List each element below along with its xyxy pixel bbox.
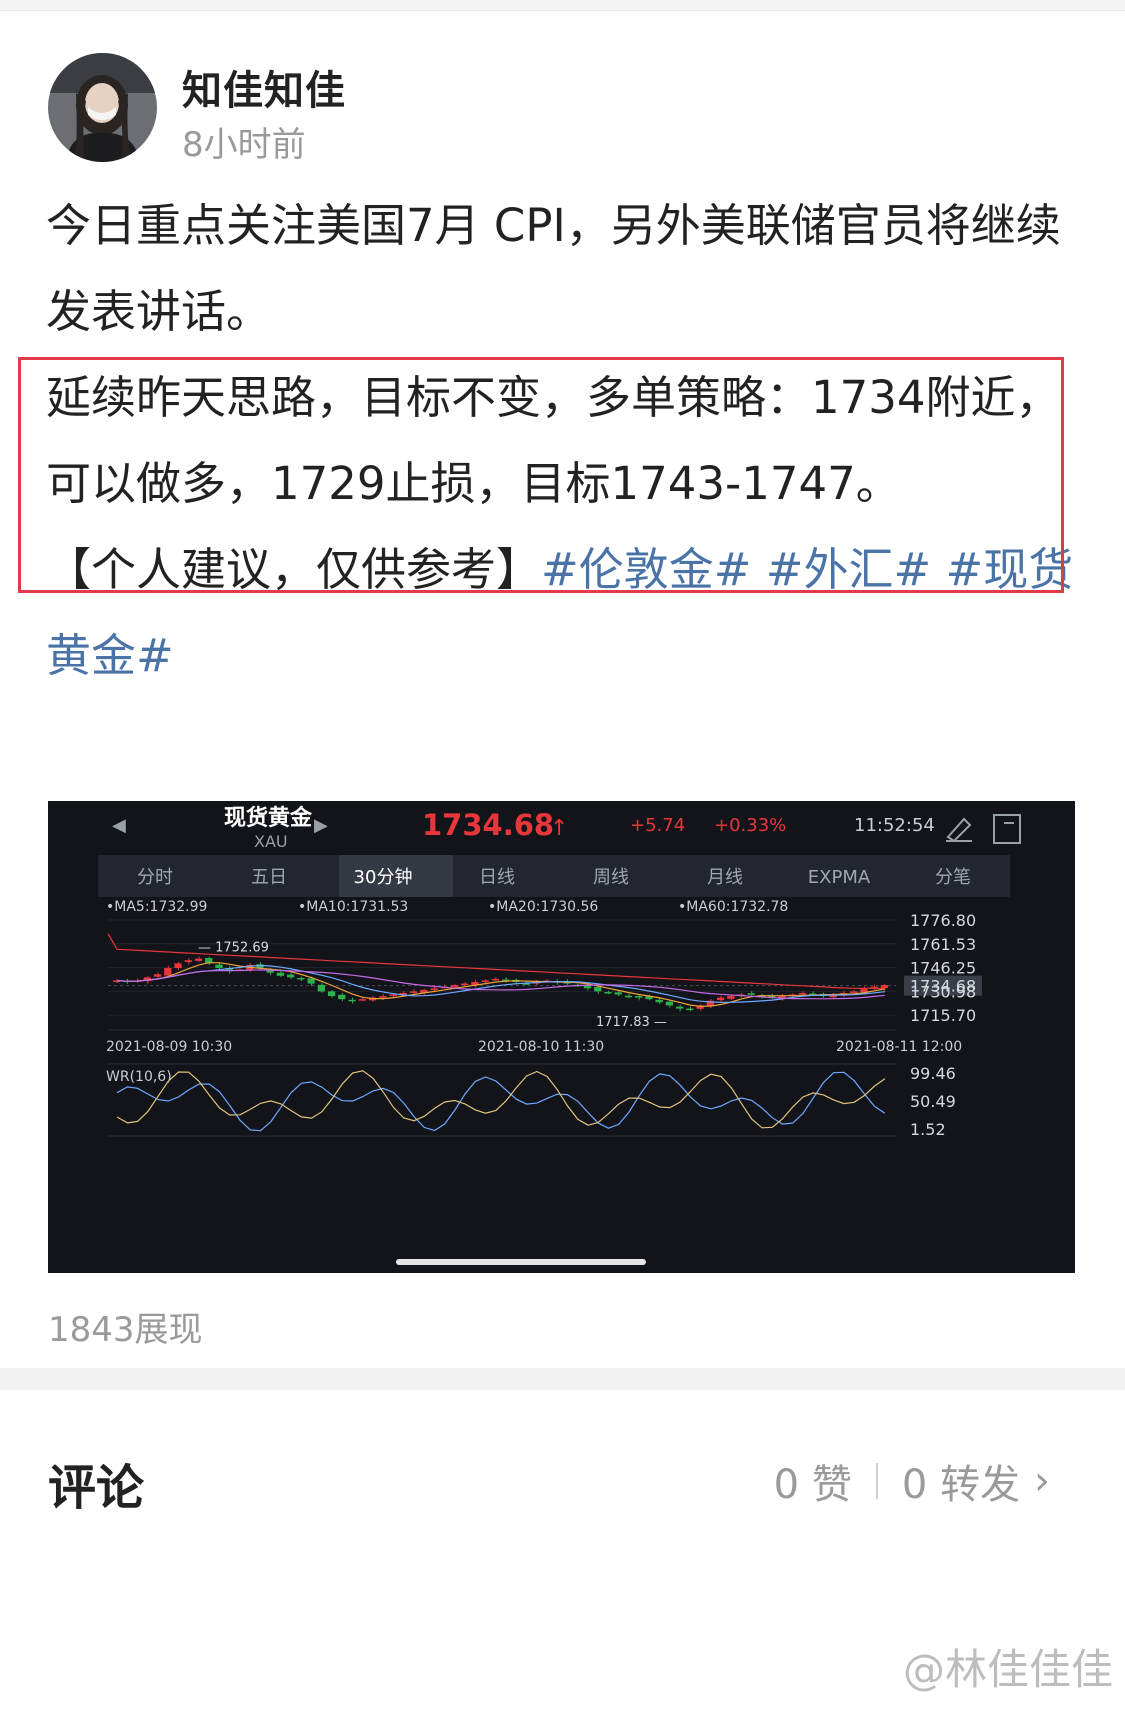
- ma-label-0: •MA5:1732.99: [106, 899, 207, 915]
- candle-body-16: [276, 972, 285, 976]
- wr-label: WR(10,6): [106, 1069, 172, 1085]
- candle-body-54: [665, 1001, 674, 1006]
- price-change-pct: +0.33%: [714, 815, 786, 836]
- y-tick-5: 1715.70: [910, 1006, 976, 1025]
- candle-body-67: [798, 992, 807, 995]
- wr-tick-1: 50.49: [910, 1092, 956, 1111]
- candle-body-62: [747, 993, 755, 995]
- candle-body-59: [716, 997, 725, 1001]
- candle-body-55: [676, 1006, 684, 1009]
- candle-body-7: [184, 960, 192, 963]
- tab-6: EXPMA: [808, 867, 871, 888]
- candle-body-48: [604, 992, 612, 994]
- ma-label-3: •MA60:1732.78: [678, 899, 788, 915]
- red-highlight-box: [18, 357, 1064, 593]
- candle-body-49: [614, 992, 622, 995]
- repost-count[interactable]: 0 转发: [902, 1452, 1020, 1510]
- current-price: 1734.68: [422, 808, 554, 842]
- y-tick-2: 1746.25: [910, 959, 976, 978]
- candle-body-75: [880, 985, 888, 988]
- draw-tool-icon: [946, 817, 972, 843]
- candle-body-22: [338, 994, 346, 1000]
- x-tick-0: 2021-08-09 10:30: [106, 1039, 232, 1055]
- candle-body-27: [389, 994, 397, 996]
- candle-body-17: [287, 974, 295, 978]
- next-symbol-arrow-icon: ▶: [314, 815, 328, 836]
- tab-0: 分时: [137, 867, 173, 888]
- ma-label-1: •MA10:1731.53: [298, 899, 408, 915]
- candle-body-29: [409, 991, 418, 993]
- wr-line-1: [116, 1071, 886, 1132]
- candle-body-26: [379, 996, 387, 998]
- home-indicator: [396, 1259, 646, 1265]
- post-stats: 0 赞 0 转发 ›: [774, 1452, 1050, 1510]
- candle-body-60: [727, 996, 735, 999]
- candle-body-72: [850, 991, 858, 993]
- candle-body-37: [491, 978, 499, 981]
- candle-body-36: [481, 980, 489, 983]
- candle-body-31: [430, 988, 438, 990]
- like-count[interactable]: 0 赞: [774, 1452, 852, 1510]
- candle-body-33: [450, 985, 459, 988]
- candle-body-51: [635, 996, 643, 998]
- candle-body-47: [594, 987, 602, 992]
- top-divider: [0, 0, 1125, 11]
- prev-symbol-arrow-icon: ◀: [112, 815, 126, 836]
- x-tick-1: 2021-08-10 11:30: [478, 1039, 604, 1055]
- candle-body-5: [164, 968, 172, 976]
- candle-body-19: [307, 978, 315, 984]
- symbol-name: 现货黄金: [224, 805, 313, 831]
- ma-label-2: •MA20:1730.56: [488, 899, 598, 915]
- tab-7: 分笔: [935, 867, 971, 888]
- candle-body-50: [624, 995, 633, 998]
- y-tick-4: 1730.98: [910, 982, 976, 1001]
- candle-body-21: [327, 991, 336, 997]
- x-tick-2: 2021-08-11 12:00: [836, 1039, 962, 1055]
- username[interactable]: 知佳知佳: [182, 58, 346, 116]
- tab-3: 日线: [479, 867, 515, 888]
- post-text-intro: 今日重点关注美国7月 CPI，另外美联储官员将继续发表讲话。: [46, 199, 1061, 338]
- price-change: +5.74: [630, 815, 685, 836]
- wr-tick-2: 1.52: [910, 1120, 946, 1139]
- fullscreen-icon: [993, 814, 1021, 844]
- candle-body-23: [348, 999, 356, 1002]
- stats-divider: [875, 1463, 878, 1499]
- chart-screenshot[interactable]: ◀ 现货黄金 XAU ▶ 1734.68 ↑ +5.74 +0.33% 11:5…: [48, 801, 1075, 1273]
- candle-body-24: [358, 999, 366, 1001]
- candle-body-6: [174, 963, 182, 968]
- wr-line-2: [116, 1070, 886, 1129]
- post-time: 8小时前: [182, 125, 306, 165]
- candle-body-10: [215, 964, 223, 968]
- low-price-label: 1717.83 —: [596, 1015, 667, 1030]
- tab-2: 30分钟: [354, 867, 413, 888]
- candle-body-8: [194, 958, 203, 961]
- price-up-arrow-icon: ↑: [550, 816, 568, 841]
- section-separator: [0, 1368, 1125, 1390]
- y-tick-0: 1776.80: [910, 911, 976, 930]
- view-count: 1843展现: [48, 1310, 203, 1350]
- candle-body-18: [297, 977, 305, 980]
- avatar[interactable]: [48, 53, 157, 162]
- y-tick-1: 1761.53: [910, 935, 976, 954]
- clock: 11:52:54: [854, 815, 935, 836]
- chevron-right-icon[interactable]: ›: [1034, 1458, 1050, 1504]
- candle-body-20: [317, 984, 325, 992]
- tab-1: 五日: [251, 867, 287, 888]
- candle-body-4: [153, 974, 162, 977]
- watermark: @林佳佳佳: [902, 1645, 1113, 1694]
- tab-5: 月线: [707, 867, 743, 888]
- high-price-label: — 1752.69: [198, 941, 269, 956]
- candle-body-34: [461, 983, 469, 986]
- symbol-code: XAU: [254, 832, 288, 851]
- wr-tick-0: 99.46: [910, 1064, 956, 1083]
- candle-body-56: [686, 1008, 694, 1011]
- tab-4: 周线: [593, 867, 629, 888]
- comments-title: 评论: [48, 1460, 145, 1516]
- candle-body-53: [655, 999, 663, 1003]
